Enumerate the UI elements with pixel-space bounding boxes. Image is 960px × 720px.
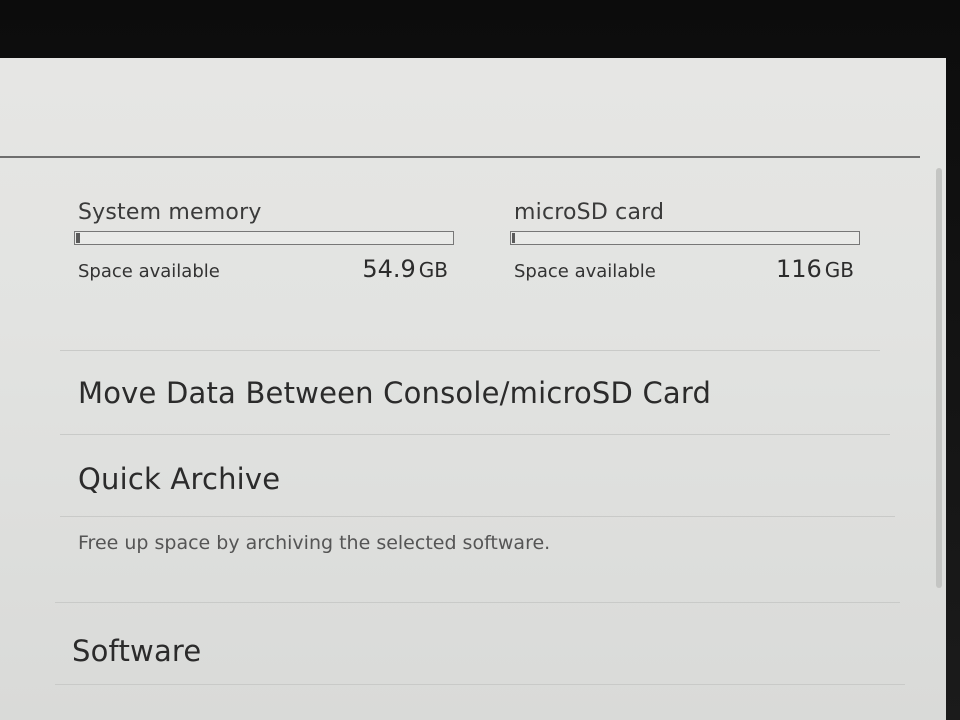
divider <box>60 516 895 517</box>
system-memory-avail-unit: GB <box>418 258 448 282</box>
microsd-card-usage-bar <box>510 231 860 245</box>
microsd-card-availability: Space available 116 GB <box>510 255 860 283</box>
microsd-card-usage-fill <box>512 233 516 243</box>
microsd-card-avail-value: 116 <box>775 255 822 283</box>
system-memory-availability: Space available 54.9 GB <box>74 255 454 283</box>
system-memory-title: System memory <box>78 200 262 225</box>
system-memory-usage-bar <box>74 231 454 245</box>
software-menu-item[interactable]: Software <box>72 634 201 668</box>
move-data-menu-item[interactable]: Move Data Between Console/microSD Card <box>78 376 711 410</box>
divider <box>60 434 890 435</box>
scrollbar[interactable] <box>936 168 942 588</box>
header-divider <box>0 156 920 158</box>
system-memory-avail-amount: 54.9 GB <box>362 255 448 283</box>
quick-archive-description: Free up space by archiving the selected … <box>78 532 551 554</box>
system-memory-avail-value: 54.9 <box>362 255 416 283</box>
divider <box>55 602 900 603</box>
microsd-card-title: microSD card <box>514 200 665 225</box>
system-memory-avail-label: Space available <box>78 261 220 282</box>
system-memory-usage-fill <box>76 233 80 243</box>
microsd-card-avail-label: Space available <box>514 261 656 282</box>
microsd-card-panel: microSD card Space available 116 GB <box>510 200 860 283</box>
microsd-card-avail-unit: GB <box>824 258 854 282</box>
microsd-card-avail-amount: 116 GB <box>776 255 854 283</box>
quick-archive-menu-item[interactable]: Quick Archive <box>78 462 280 496</box>
divider <box>60 350 880 351</box>
system-memory-panel: System memory Space available 54.9 GB <box>74 200 454 283</box>
console-screen: System memory Space available 54.9 GB mic… <box>0 58 946 720</box>
divider <box>55 684 905 685</box>
